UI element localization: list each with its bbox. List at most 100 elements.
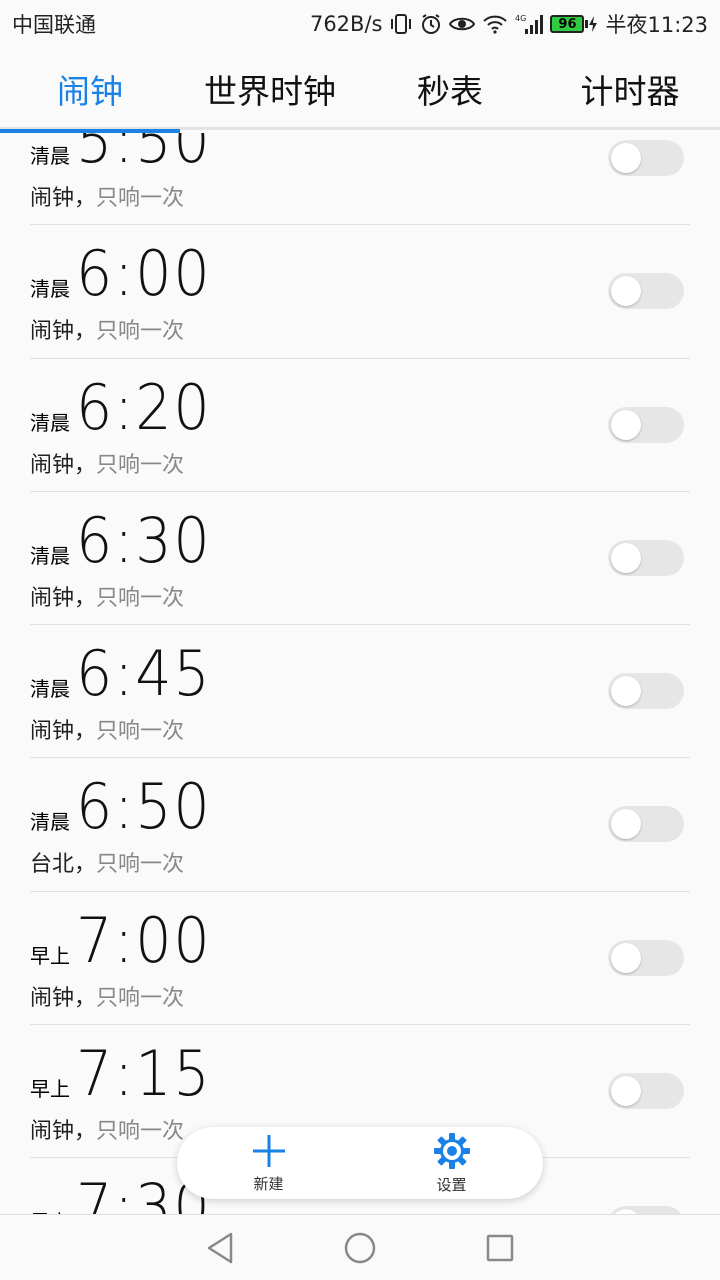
alarm-period: 早上 xyxy=(30,943,70,968)
back-triangle-icon xyxy=(207,1232,233,1263)
home-button[interactable] xyxy=(330,1218,390,1278)
alarm-subtitle: 闹钟，只响一次 xyxy=(30,713,184,745)
alarm-name: 闹钟 xyxy=(30,452,75,478)
alarm-separator: ， xyxy=(74,452,97,478)
alarm-toggle[interactable] xyxy=(608,1206,684,1214)
alarm-name: 闹钟 xyxy=(30,585,75,611)
alarm-period: 清晨 xyxy=(30,410,70,435)
alarm-separator: ， xyxy=(74,319,97,345)
battery-icon: 96 xyxy=(550,15,598,33)
alarm-row[interactable]: 清晨 6:00 闹钟，只响一次 xyxy=(30,225,690,359)
alarm-time-line: 早上 7:00 xyxy=(30,906,223,974)
alarm-time: 6:50 xyxy=(76,770,212,844)
alarm-name: 闹钟 xyxy=(30,319,75,345)
recents-button[interactable] xyxy=(470,1218,530,1278)
alarm-time: 7:15 xyxy=(76,1037,212,1111)
new-alarm-button[interactable]: 新建 xyxy=(209,1133,329,1194)
home-circle-icon xyxy=(344,1232,376,1263)
alarm-period: 清晨 xyxy=(30,277,70,302)
alarm-name: 闹钟 xyxy=(30,186,75,211)
alarm-row[interactable]: 清晨 5:50 闹钟，只响一次 xyxy=(30,133,690,226)
alarm-time: 7:00 xyxy=(76,903,212,977)
alarm-toggle[interactable] xyxy=(608,673,684,710)
alarm-name: 闹钟 xyxy=(30,985,75,1011)
alarm-name: 闹钟 xyxy=(30,1119,75,1145)
alarm-name: 闹钟 xyxy=(30,719,75,745)
alarm-repeat: 只响一次 xyxy=(96,186,185,211)
alarm-toggle[interactable] xyxy=(608,806,684,843)
alarm-repeat: 只响一次 xyxy=(96,719,185,745)
network-type: 4G xyxy=(515,14,526,23)
tab-alarm[interactable]: 闹钟 xyxy=(0,48,180,133)
status-bar: 中国联通 762B/s 4G 96 半夜11:23 xyxy=(0,0,720,48)
alarm-toggle[interactable] xyxy=(608,273,684,310)
alarm-time-line: 清晨 6:00 xyxy=(30,239,223,307)
charging-bolt-icon xyxy=(589,16,598,32)
toggle-knob xyxy=(611,676,641,707)
alarm-subtitle: 闹钟，只响一次 xyxy=(30,980,184,1012)
alarm-toggle[interactable] xyxy=(608,939,684,976)
alarm-row[interactable]: 清晨 6:30 闹钟，只响一次 xyxy=(30,492,690,626)
status-icons: 762B/s 4G 96 半夜11:23 xyxy=(310,9,708,39)
clock-time: 半夜11:23 xyxy=(605,13,708,37)
alarm-separator: ， xyxy=(74,186,97,211)
alarm-period: 清晨 xyxy=(30,810,70,835)
vibrate-icon xyxy=(389,13,413,35)
alarm-name: 台北 xyxy=(30,852,75,878)
alarm-time: 6:20 xyxy=(76,370,212,444)
alarm-separator: ， xyxy=(74,1119,97,1145)
toggle-knob xyxy=(611,143,641,173)
tab-bar: 闹钟 世界时钟 秒表 计时器 xyxy=(0,48,720,133)
alarm-subtitle: 闹钟，只响一次 xyxy=(30,580,184,612)
alarm-time-line: 清晨 6:20 xyxy=(30,373,223,441)
alarm-separator: ， xyxy=(74,852,97,878)
alarm-period: 清晨 xyxy=(30,543,70,568)
battery-level: 96 xyxy=(558,16,577,32)
signal-icon: 4G xyxy=(515,13,544,35)
network-speed: 762B/s xyxy=(309,12,383,36)
toggle-knob xyxy=(611,542,641,573)
alarm-time: 5:50 xyxy=(76,133,212,177)
alarm-list[interactable]: 清晨 5:50 闹钟，只响一次 清晨 6:00 闹钟，只响一次 清晨 6:20 闹钟，只响一次清… xyxy=(0,133,720,1214)
alarm-subtitle: 台北，只响一次 xyxy=(30,846,184,878)
alarm-subtitle: 闹钟，只响一次 xyxy=(30,447,184,479)
tab-stopwatch[interactable]: 秒表 xyxy=(360,48,540,130)
alarm-separator: ， xyxy=(74,985,97,1011)
toggle-knob xyxy=(611,942,641,973)
alarm-subtitle: 闹钟，只响一次 xyxy=(30,180,184,212)
toggle-knob xyxy=(611,276,641,307)
alarm-repeat: 只响一次 xyxy=(96,319,185,345)
wifi-icon xyxy=(482,14,508,34)
alarm-period: 清晨 xyxy=(30,677,70,702)
plus-icon xyxy=(252,1134,285,1167)
toggle-knob xyxy=(611,409,641,440)
alarm-toggle[interactable] xyxy=(608,539,684,576)
alarm-period: 早上 xyxy=(30,1206,70,1214)
tab-timer[interactable]: 计时器 xyxy=(540,48,720,130)
alarm-time-line: 清晨 6:30 xyxy=(30,506,223,574)
eye-icon xyxy=(449,14,476,34)
toggle-knob xyxy=(611,809,641,840)
alarm-repeat: 只响一次 xyxy=(96,452,185,478)
alarm-row[interactable]: 早上 7:00 闹钟，只响一次 xyxy=(30,892,690,1026)
alarm-subtitle: 闹钟，只响一次 xyxy=(30,1113,184,1145)
alarm-time: 6:45 xyxy=(76,637,212,711)
settings-button[interactable]: 设置 xyxy=(392,1132,512,1195)
alarm-time-line: 清晨 5:50 xyxy=(30,133,223,174)
settings-label: 设置 xyxy=(436,1175,467,1194)
back-button[interactable] xyxy=(190,1218,250,1278)
navigation-bar xyxy=(0,1214,720,1280)
carrier-name: 中国联通 xyxy=(12,13,96,37)
alarm-toggle[interactable] xyxy=(608,406,684,443)
alarm-row[interactable]: 清晨 6:20 闹钟，只响一次 xyxy=(30,359,690,492)
tab-world-clock[interactable]: 世界时钟 xyxy=(180,48,360,130)
alarm-time-line: 早上 7:15 xyxy=(30,1039,223,1107)
alarm-time-line: 清晨 6:45 xyxy=(30,639,223,707)
alarm-toggle[interactable] xyxy=(608,140,684,176)
alarm-repeat: 只响一次 xyxy=(96,1119,185,1145)
alarm-subtitle: 闹钟，只响一次 xyxy=(30,313,184,345)
alarm-row[interactable]: 清晨 6:50 台北，只响一次 xyxy=(30,758,690,892)
gear-icon xyxy=(433,1132,470,1169)
alarm-toggle[interactable] xyxy=(608,1073,684,1110)
alarm-row[interactable]: 清晨 6:45 闹钟，只响一次 xyxy=(30,625,690,759)
